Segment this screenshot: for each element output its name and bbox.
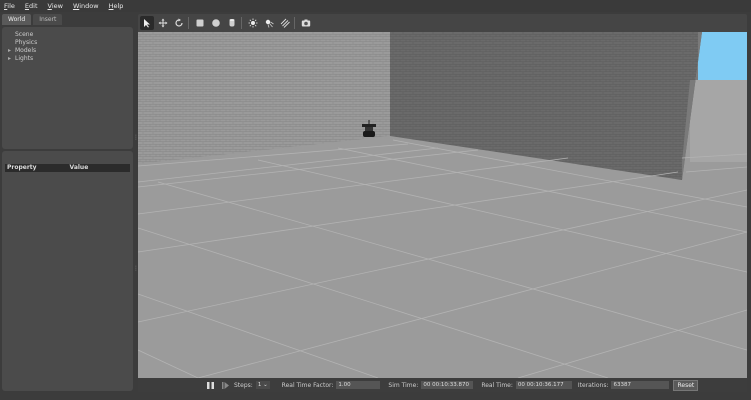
property-header: Property Value xyxy=(5,164,130,172)
select-arrow-icon[interactable] xyxy=(140,16,154,30)
rotate-icon[interactable] xyxy=(172,16,186,30)
real-time-label: Real Time: xyxy=(481,381,513,389)
menu-file[interactable]: File xyxy=(4,2,15,10)
iterations-label: Iterations: xyxy=(577,381,609,389)
menu-view[interactable]: View xyxy=(48,2,63,10)
toolbar-separator xyxy=(294,17,295,29)
reset-button[interactable]: Reset xyxy=(673,379,699,391)
toolbar-separator xyxy=(241,17,242,29)
iterations-value: 63387 xyxy=(611,381,670,389)
box-icon[interactable] xyxy=(193,16,207,30)
distant-ground xyxy=(690,80,747,162)
chevron-down-icon: ⌄ xyxy=(263,382,268,388)
tab-insert[interactable]: Insert xyxy=(33,14,63,25)
property-column-header[interactable]: Property xyxy=(5,164,68,172)
cylinder-icon[interactable] xyxy=(225,16,239,30)
translate-icon[interactable] xyxy=(156,16,170,30)
render-toolbar xyxy=(138,14,747,32)
steps-value: 1 xyxy=(257,382,262,388)
sim-time-label: Sim Time: xyxy=(388,381,419,389)
status-bar: Steps: 1 ⌄ Real Time Factor: 1.00 Sim Ti… xyxy=(138,378,747,392)
menu-help[interactable]: Help xyxy=(109,2,124,10)
pause-icon[interactable] xyxy=(206,381,215,390)
menu-window[interactable]: Window xyxy=(73,2,99,10)
directional-light-icon[interactable] xyxy=(278,16,292,30)
screenshot-icon[interactable] xyxy=(299,16,313,30)
scene-viewport[interactable] xyxy=(138,32,747,378)
menu-bar: File Edit View Window Help xyxy=(0,0,751,12)
tree-item-label: Scene xyxy=(15,31,34,38)
steps-label: Steps: xyxy=(234,381,253,389)
splitter-handle[interactable]: ⋮ xyxy=(133,265,139,272)
steps-spinbox[interactable]: 1 ⌄ xyxy=(255,381,270,389)
world-tree: Scene Physics ▸ Models ▸ Lights xyxy=(2,27,133,149)
sphere-icon[interactable] xyxy=(209,16,223,30)
left-panel: World Insert Scene Physics ▸ Models ▸ Ligh… xyxy=(2,14,133,391)
tree-item-label: Physics xyxy=(15,39,38,46)
value-column-header[interactable]: Value xyxy=(68,164,131,172)
menu-edit[interactable]: Edit xyxy=(25,2,38,10)
real-time-value: 00 00:10:36.177 xyxy=(515,381,572,389)
expand-arrow-icon[interactable]: ▸ xyxy=(8,47,15,54)
property-panel: Property Value xyxy=(2,151,133,391)
point-light-icon[interactable] xyxy=(246,16,260,30)
tab-world[interactable]: World xyxy=(2,14,32,25)
tree-item-lights[interactable]: ▸ Lights xyxy=(8,55,33,62)
tree-item-physics[interactable]: Physics xyxy=(8,39,37,46)
tree-item-scene[interactable]: Scene xyxy=(8,31,33,38)
splitter-handle[interactable]: ⋮ xyxy=(133,134,139,141)
rtf-value: 1.00 xyxy=(336,381,381,389)
scene-render[interactable] xyxy=(138,32,747,378)
left-panel-tabs: World Insert xyxy=(2,14,64,26)
expand-arrow-icon[interactable]: ▸ xyxy=(8,55,15,62)
sim-time-value: 00 00:10:33.870 xyxy=(421,381,474,389)
tree-item-models[interactable]: ▸ Models xyxy=(8,47,36,54)
step-icon[interactable] xyxy=(221,381,230,390)
sky xyxy=(698,32,747,80)
spot-light-icon[interactable] xyxy=(262,16,276,30)
tree-item-label: Models xyxy=(15,47,37,54)
toolbar-separator xyxy=(188,17,189,29)
rtf-label: Real Time Factor: xyxy=(281,381,334,389)
tree-item-label: Lights xyxy=(15,55,34,62)
